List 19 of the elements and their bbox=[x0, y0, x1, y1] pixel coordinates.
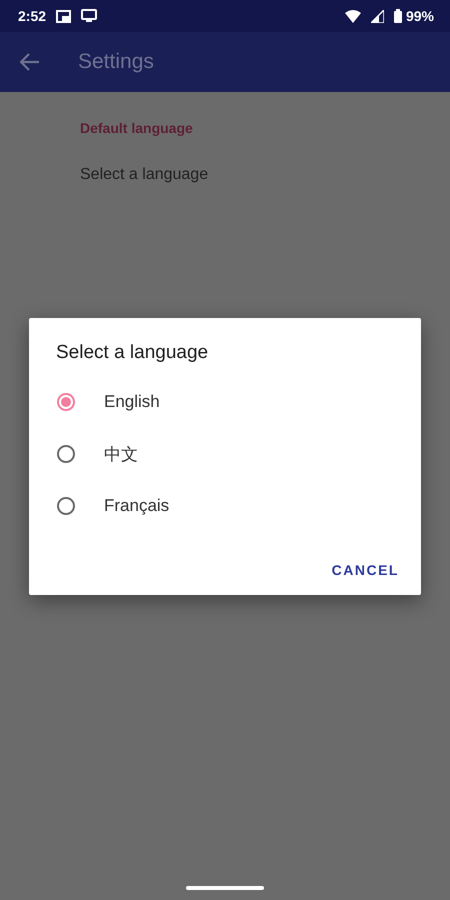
signal-icon bbox=[370, 10, 384, 22]
category-title: Default language bbox=[80, 120, 194, 136]
option-label[interactable]: Français bbox=[104, 496, 170, 516]
radio-button[interactable] bbox=[57, 393, 75, 411]
toolbar-title: Settings bbox=[78, 50, 154, 74]
cancel-button[interactable]: CANCEL bbox=[324, 554, 407, 586]
wifi-icon bbox=[344, 10, 361, 22]
navigation-handle[interactable] bbox=[186, 886, 264, 890]
option-label[interactable]: English bbox=[104, 392, 160, 412]
battery-icon bbox=[394, 9, 402, 23]
option-label[interactable]: 中文 bbox=[104, 442, 138, 466]
radio-button[interactable] bbox=[57, 497, 75, 515]
status-time: 2:52 bbox=[18, 8, 46, 24]
radio-button[interactable] bbox=[57, 445, 75, 463]
back-arrow-icon[interactable] bbox=[20, 53, 40, 71]
battery-percent: 99% bbox=[406, 8, 434, 24]
dialog-title: Select a language bbox=[56, 342, 210, 364]
monitor-icon bbox=[81, 9, 98, 23]
window-icon bbox=[56, 10, 72, 22]
